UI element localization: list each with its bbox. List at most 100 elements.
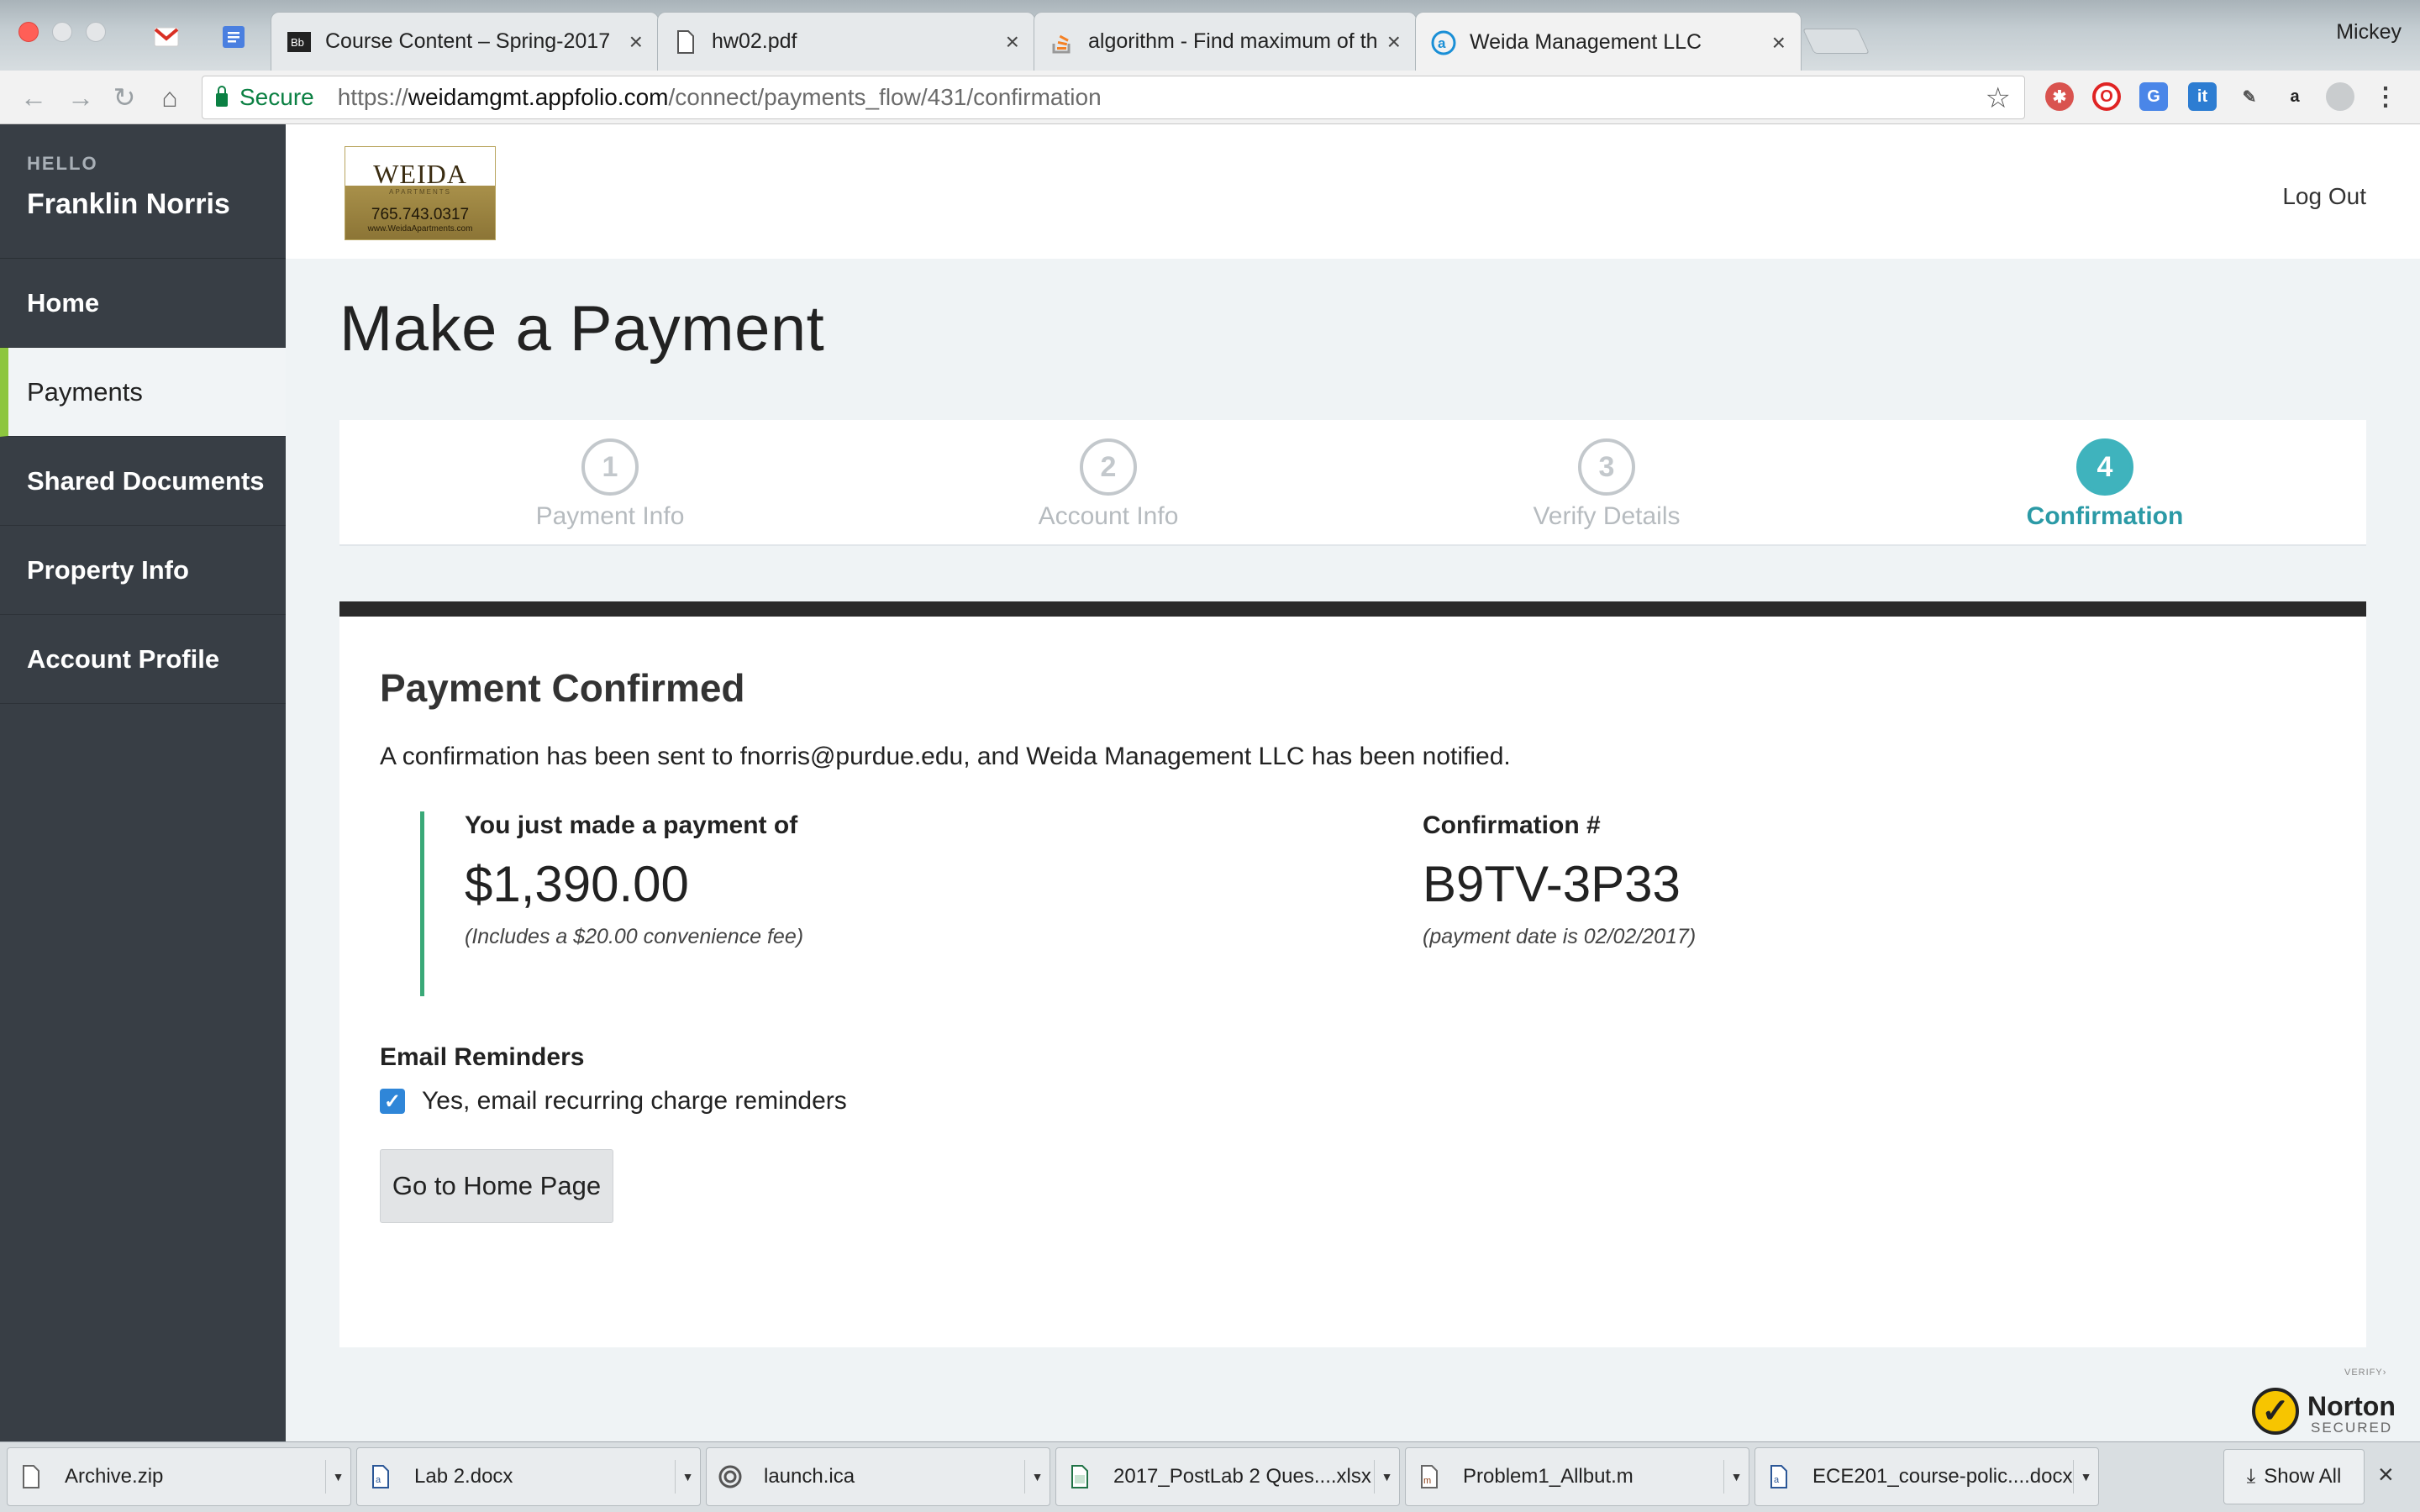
svg-text:a: a [1438, 35, 1446, 51]
email-reminder-option[interactable]: ✓ Yes, email recurring charge reminders [380, 1087, 847, 1116]
spreadsheet-icon [1068, 1463, 1092, 1490]
citrix-icon [718, 1463, 742, 1490]
checkmark-icon: ✓ [383, 1089, 402, 1113]
email-reminders-heading: Email Reminders [380, 1043, 585, 1071]
tab-course-content[interactable]: Bb Course Content – Spring-2017 × [271, 12, 659, 71]
confirmation-card: Payment Confirmed A confirmation has bee… [339, 601, 2366, 1347]
menu-dots-icon[interactable]: ⋮ [2371, 82, 2400, 111]
sidebar-item-payments[interactable]: Payments [0, 348, 286, 437]
extension-icon[interactable]: ✱ [2045, 82, 2074, 111]
chevron-down-icon[interactable]: ▼ [325, 1460, 350, 1494]
address-bar[interactable]: Secure https:// weidamgmt.appfolio.com /… [202, 76, 2025, 119]
chevron-down-icon[interactable]: ▼ [2073, 1460, 2098, 1494]
translate-icon[interactable]: G [2139, 82, 2168, 111]
tab-title: Weida Management LLC [1470, 30, 1702, 54]
step-label: Confirmation [2026, 502, 2184, 530]
user-greeting: HELLO Franklin Norris [0, 124, 286, 259]
download-file-name: ECE201_course-polic....docx [1812, 1465, 2073, 1488]
tab-title: algorithm - Find maximum of the [1088, 29, 1377, 53]
download-item[interactable]: launch.ica ▼ [706, 1447, 1050, 1506]
pinned-tab-gmail[interactable] [148, 18, 185, 55]
reminder-checkbox[interactable]: ✓ [380, 1089, 405, 1114]
extension-round-icon[interactable] [2326, 82, 2354, 111]
tab-weida-management[interactable]: a Weida Management LLC × [1415, 12, 1802, 72]
site-header: WEIDA APARTMENTS 765.743.0317 www.WeidaA… [286, 124, 2420, 259]
download-file-name: Problem1_Allbut.m [1463, 1465, 1634, 1488]
payment-progress-steps: 1 Payment Info 2 Account Info 3 Verify D… [339, 420, 2366, 546]
secure-indicator[interactable]: Secure [216, 84, 314, 111]
confirmation-number-label: Confirmation # [1423, 811, 1601, 839]
close-tab-icon[interactable]: × [1772, 29, 1786, 56]
matlab-file-icon: m [1418, 1463, 1441, 1490]
hello-label: HELLO [27, 153, 98, 174]
close-tab-icon[interactable]: × [1387, 29, 1401, 55]
sidebar-item-property-info[interactable]: Property Info [0, 526, 286, 615]
close-shelf-icon[interactable]: × [2378, 1459, 2394, 1490]
url-path: /connect/payments_flow/431/confirmation [668, 84, 1102, 110]
new-tab-button[interactable] [1802, 29, 1870, 54]
svg-text:a: a [1774, 1475, 1780, 1485]
tab-stackoverflow[interactable]: algorithm - Find maximum of the × [1034, 12, 1417, 71]
download-arrow-icon: ⤓ [2246, 1465, 2256, 1488]
appfolio-icon: a [1431, 30, 1456, 55]
norton-secured-label: SECURED [2311, 1420, 2393, 1436]
close-tab-icon[interactable]: × [1006, 29, 1019, 55]
payment-summary: You just made a payment of $1,390.00 (In… [420, 811, 2269, 996]
instapaper-icon[interactable]: it [2188, 82, 2217, 111]
go-to-home-page-button[interactable]: Go to Home Page [380, 1149, 613, 1223]
browser-tab-strip: Bb Course Content – Spring-2017 × hw02.p… [0, 0, 2420, 72]
step-payment-info: 1 Payment Info [484, 438, 736, 531]
show-all-label: Show All [2264, 1465, 2342, 1488]
chevron-down-icon[interactable]: ▼ [675, 1460, 700, 1494]
sidebar-item-shared-documents[interactable]: Shared Documents [0, 437, 286, 526]
download-item[interactable]: a ECE201_course-polic....docx ▼ [1754, 1447, 2099, 1506]
download-item[interactable]: m Problem1_Allbut.m ▼ [1405, 1447, 1749, 1506]
minimize-window-button[interactable] [52, 22, 72, 42]
blackboard-icon: Bb [287, 29, 312, 55]
download-item[interactable]: 2017_PostLab 2 Ques....xlsx ▼ [1055, 1447, 1400, 1506]
amount-label: You just made a payment of [465, 811, 798, 839]
opera-icon[interactable]: O [2092, 82, 2121, 111]
home-icon[interactable]: ⌂ [153, 81, 187, 114]
forward-arrow-icon[interactable]: → [64, 81, 97, 114]
browser-toolbar: ← → ↻ ⌂ Secure https:// weidamgmt.appfol… [0, 71, 2420, 124]
show-all-downloads-button[interactable]: ⤓ Show All [2223, 1449, 2365, 1504]
pinned-tab-docs[interactable] [215, 18, 252, 55]
url-host: weidamgmt.appfolio.com [408, 84, 669, 110]
convenience-fee-note: (Includes a $20.00 convenience fee) [465, 925, 804, 948]
chevron-down-icon[interactable]: ▼ [1024, 1460, 1050, 1494]
logout-link[interactable]: Log Out [2282, 183, 2366, 210]
bookmark-star-icon[interactable]: ☆ [1986, 81, 2011, 115]
reload-icon[interactable]: ↻ [108, 81, 141, 114]
chevron-down-icon[interactable]: ▼ [1374, 1460, 1399, 1494]
word-doc-icon: a [1767, 1463, 1791, 1490]
close-window-button[interactable] [18, 22, 39, 42]
close-tab-icon[interactable]: × [629, 29, 643, 55]
step-number: 3 [1578, 438, 1635, 496]
svg-text:Bb: Bb [291, 36, 304, 49]
file-icon [19, 1463, 43, 1490]
norton-secured-badge[interactable]: VERIFY› ✓ Norton SECURED [2244, 1366, 2396, 1441]
download-file-name: launch.ica [764, 1465, 855, 1488]
download-item[interactable]: Archive.zip ▼ [7, 1447, 351, 1506]
chevron-down-icon[interactable]: ▼ [1723, 1460, 1749, 1494]
tab-hw02-pdf[interactable]: hw02.pdf × [657, 12, 1035, 71]
step-confirmation: 4 Confirmation [1979, 438, 2231, 531]
weida-logo[interactable]: WEIDA APARTMENTS 765.743.0317 www.WeidaA… [345, 146, 496, 240]
sidebar-item-account-profile[interactable]: Account Profile [0, 615, 286, 704]
stackoverflow-icon [1050, 29, 1075, 55]
back-arrow-icon[interactable]: ← [17, 81, 50, 114]
tab-title: Course Content – Spring-2017 [325, 29, 611, 53]
profile-name[interactable]: Mickey [2336, 20, 2402, 45]
step-number: 1 [581, 438, 639, 496]
download-shelf: Archive.zip ▼ a Lab 2.docx ▼ launch.ica … [0, 1441, 2420, 1512]
sidebar-item-home[interactable]: Home [0, 259, 286, 348]
amazon-icon[interactable]: a [2281, 82, 2309, 111]
tab-title: hw02.pdf [712, 29, 797, 53]
svg-text:m: m [1423, 1476, 1431, 1486]
zoom-window-button[interactable] [86, 22, 106, 42]
download-item[interactable]: a Lab 2.docx ▼ [356, 1447, 701, 1506]
step-verify-details: 3 Verify Details [1481, 438, 1733, 531]
norton-verify-label: VERIFY› [2344, 1368, 2387, 1378]
pen-icon[interactable]: ✎ [2235, 82, 2264, 111]
